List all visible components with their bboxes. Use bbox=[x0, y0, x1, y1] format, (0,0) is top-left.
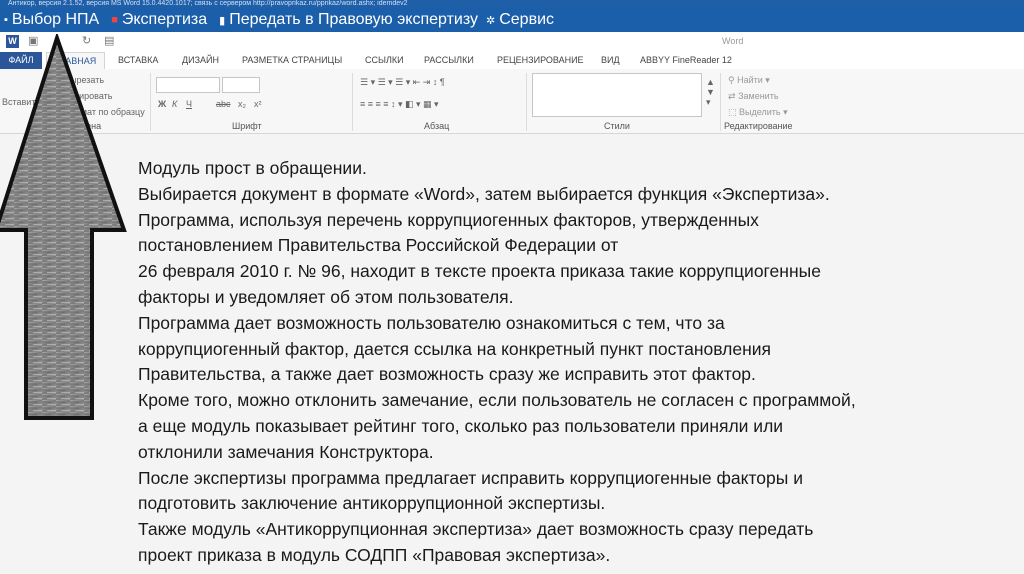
font-size-field[interactable] bbox=[222, 77, 260, 93]
text-line: Модуль прост в обращении. bbox=[138, 158, 367, 178]
text-line: Выбирается документ в формате «Word», за… bbox=[138, 183, 830, 204]
replace-icon: ⇄ bbox=[728, 91, 736, 101]
text-line: После экспертизы программа предлагает ис… bbox=[138, 467, 803, 488]
find-button[interactable]: ⚲ Найти ▾ bbox=[728, 75, 770, 86]
title-bar: Антикор, версия 2.1.52, версия MS Word 1… bbox=[0, 0, 1024, 8]
text-line: Также модуль «Антикоррупционная эксперти… bbox=[138, 519, 814, 540]
text-line: Правительства, а также дает возможность … bbox=[138, 364, 756, 385]
styles-group-label: Стили bbox=[604, 121, 630, 131]
addin-service[interactable]: ✲ Сервис bbox=[486, 11, 554, 29]
folder-icon: ▪ bbox=[4, 14, 8, 26]
addin-expertise[interactable]: ■ Экспертиза bbox=[111, 11, 207, 29]
ribbon-tabs: ФАЙЛ ГЛАВНАЯ ВСТАВКА ДИЗАЙН РАЗМЕТКА СТР… bbox=[0, 52, 1024, 70]
text-line: отклонили замечания Конструктора. bbox=[138, 441, 434, 462]
tab-abbyy[interactable]: ABBYY FineReader 12 bbox=[640, 52, 732, 69]
select-button[interactable]: ⬚ Выделить ▾ bbox=[728, 107, 788, 118]
text-line: 26 февраля 2010 г. № 96, находит в текст… bbox=[138, 261, 821, 282]
title-bar-text: Антикор, версия 2.1.52, версия MS Word 1… bbox=[8, 0, 408, 7]
font-name-field[interactable] bbox=[156, 77, 220, 93]
ribbon-home: Вставить Вырезать Копировать Формат по о… bbox=[0, 69, 1024, 134]
text-line: постановлением Правительства Российской … bbox=[138, 235, 619, 256]
italic-button[interactable]: К bbox=[172, 99, 177, 109]
ribbon-separator bbox=[150, 73, 151, 131]
quick-access-toolbar: W ▣ ↻ ▤ Word bbox=[0, 32, 1024, 53]
expertise-icon: ■ bbox=[111, 14, 118, 26]
bold-button[interactable]: Ж bbox=[158, 99, 166, 109]
align-buttons[interactable]: ≡ ≡ ≡ ≡ ↕ ▾ ◧ ▾ ▦ ▾ bbox=[360, 99, 439, 110]
ribbon-separator bbox=[526, 73, 527, 131]
up-arrow-annotation bbox=[0, 34, 127, 420]
text-line: подготовить заключение антикоррупционной… bbox=[138, 493, 606, 514]
font-group-label: Шрифт bbox=[232, 121, 262, 131]
editing-group-label: Редактирование bbox=[724, 121, 793, 131]
tab-mailings[interactable]: РАССЫЛКИ bbox=[424, 52, 474, 69]
tab-design[interactable]: ДИЗАЙН bbox=[182, 52, 219, 69]
text-line: проект приказа в модуль СОДПП «Правовая … bbox=[138, 544, 611, 565]
gear-icon: ✲ bbox=[486, 14, 496, 27]
text-line: Кроме того, можно отклонить замечание, е… bbox=[138, 390, 856, 411]
ribbon-separator bbox=[720, 73, 721, 131]
paragraph-group-label: Абзац bbox=[424, 121, 450, 131]
styles-scroll[interactable]: ▲ ▼ ▾ bbox=[706, 77, 715, 108]
text-line: а еще модуль показывает рейтинг того, ск… bbox=[138, 415, 784, 436]
select-icon: ⬚ bbox=[728, 107, 737, 117]
addin-send-legal[interactable]: ▮ Передать в Правовую экспертизу bbox=[219, 11, 478, 29]
addin-toolbar: ▪ Выбор НПА ■ Экспертиза ▮ Передать в Право… bbox=[0, 8, 1024, 32]
text-line: Программа дает возможность пользователю … bbox=[138, 312, 725, 333]
tab-review[interactable]: РЕЦЕНЗИРОВАНИЕ bbox=[497, 52, 584, 69]
superscript-button[interactable]: x² bbox=[254, 99, 262, 109]
underline-button[interactable]: Ч bbox=[186, 99, 192, 109]
text-line: Программа, используя перечень коррупциог… bbox=[138, 209, 759, 230]
replace-button[interactable]: ⇄ Заменить bbox=[728, 91, 779, 102]
document-title: Word bbox=[722, 36, 744, 46]
strike-button[interactable]: abc bbox=[216, 99, 231, 109]
send-icon: ▮ bbox=[219, 14, 226, 27]
tab-view[interactable]: ВИД bbox=[601, 52, 620, 69]
subscript-button[interactable]: x₂ bbox=[238, 99, 246, 109]
tab-references[interactable]: ССЫЛКИ bbox=[365, 52, 404, 69]
text-line: коррупциогенный фактор, дается ссылка на… bbox=[138, 338, 772, 359]
text-line: факторы и уведомляет об этом пользовател… bbox=[138, 286, 514, 307]
styles-gallery[interactable] bbox=[532, 73, 702, 117]
slide-text: Модуль прост в обращении. Выбирается док… bbox=[138, 156, 1018, 569]
addin-select-npa[interactable]: ▪ Выбор НПА bbox=[4, 11, 99, 29]
ribbon-separator bbox=[352, 73, 353, 131]
bullets-button[interactable]: ☰ ▾ ☰ ▾ ☰ ▾ ⇤ ⇥ ↕ ¶ bbox=[360, 77, 445, 88]
tab-layout[interactable]: РАЗМЕТКА СТРАНИЦЫ bbox=[242, 52, 342, 69]
find-icon: ⚲ bbox=[728, 75, 735, 85]
